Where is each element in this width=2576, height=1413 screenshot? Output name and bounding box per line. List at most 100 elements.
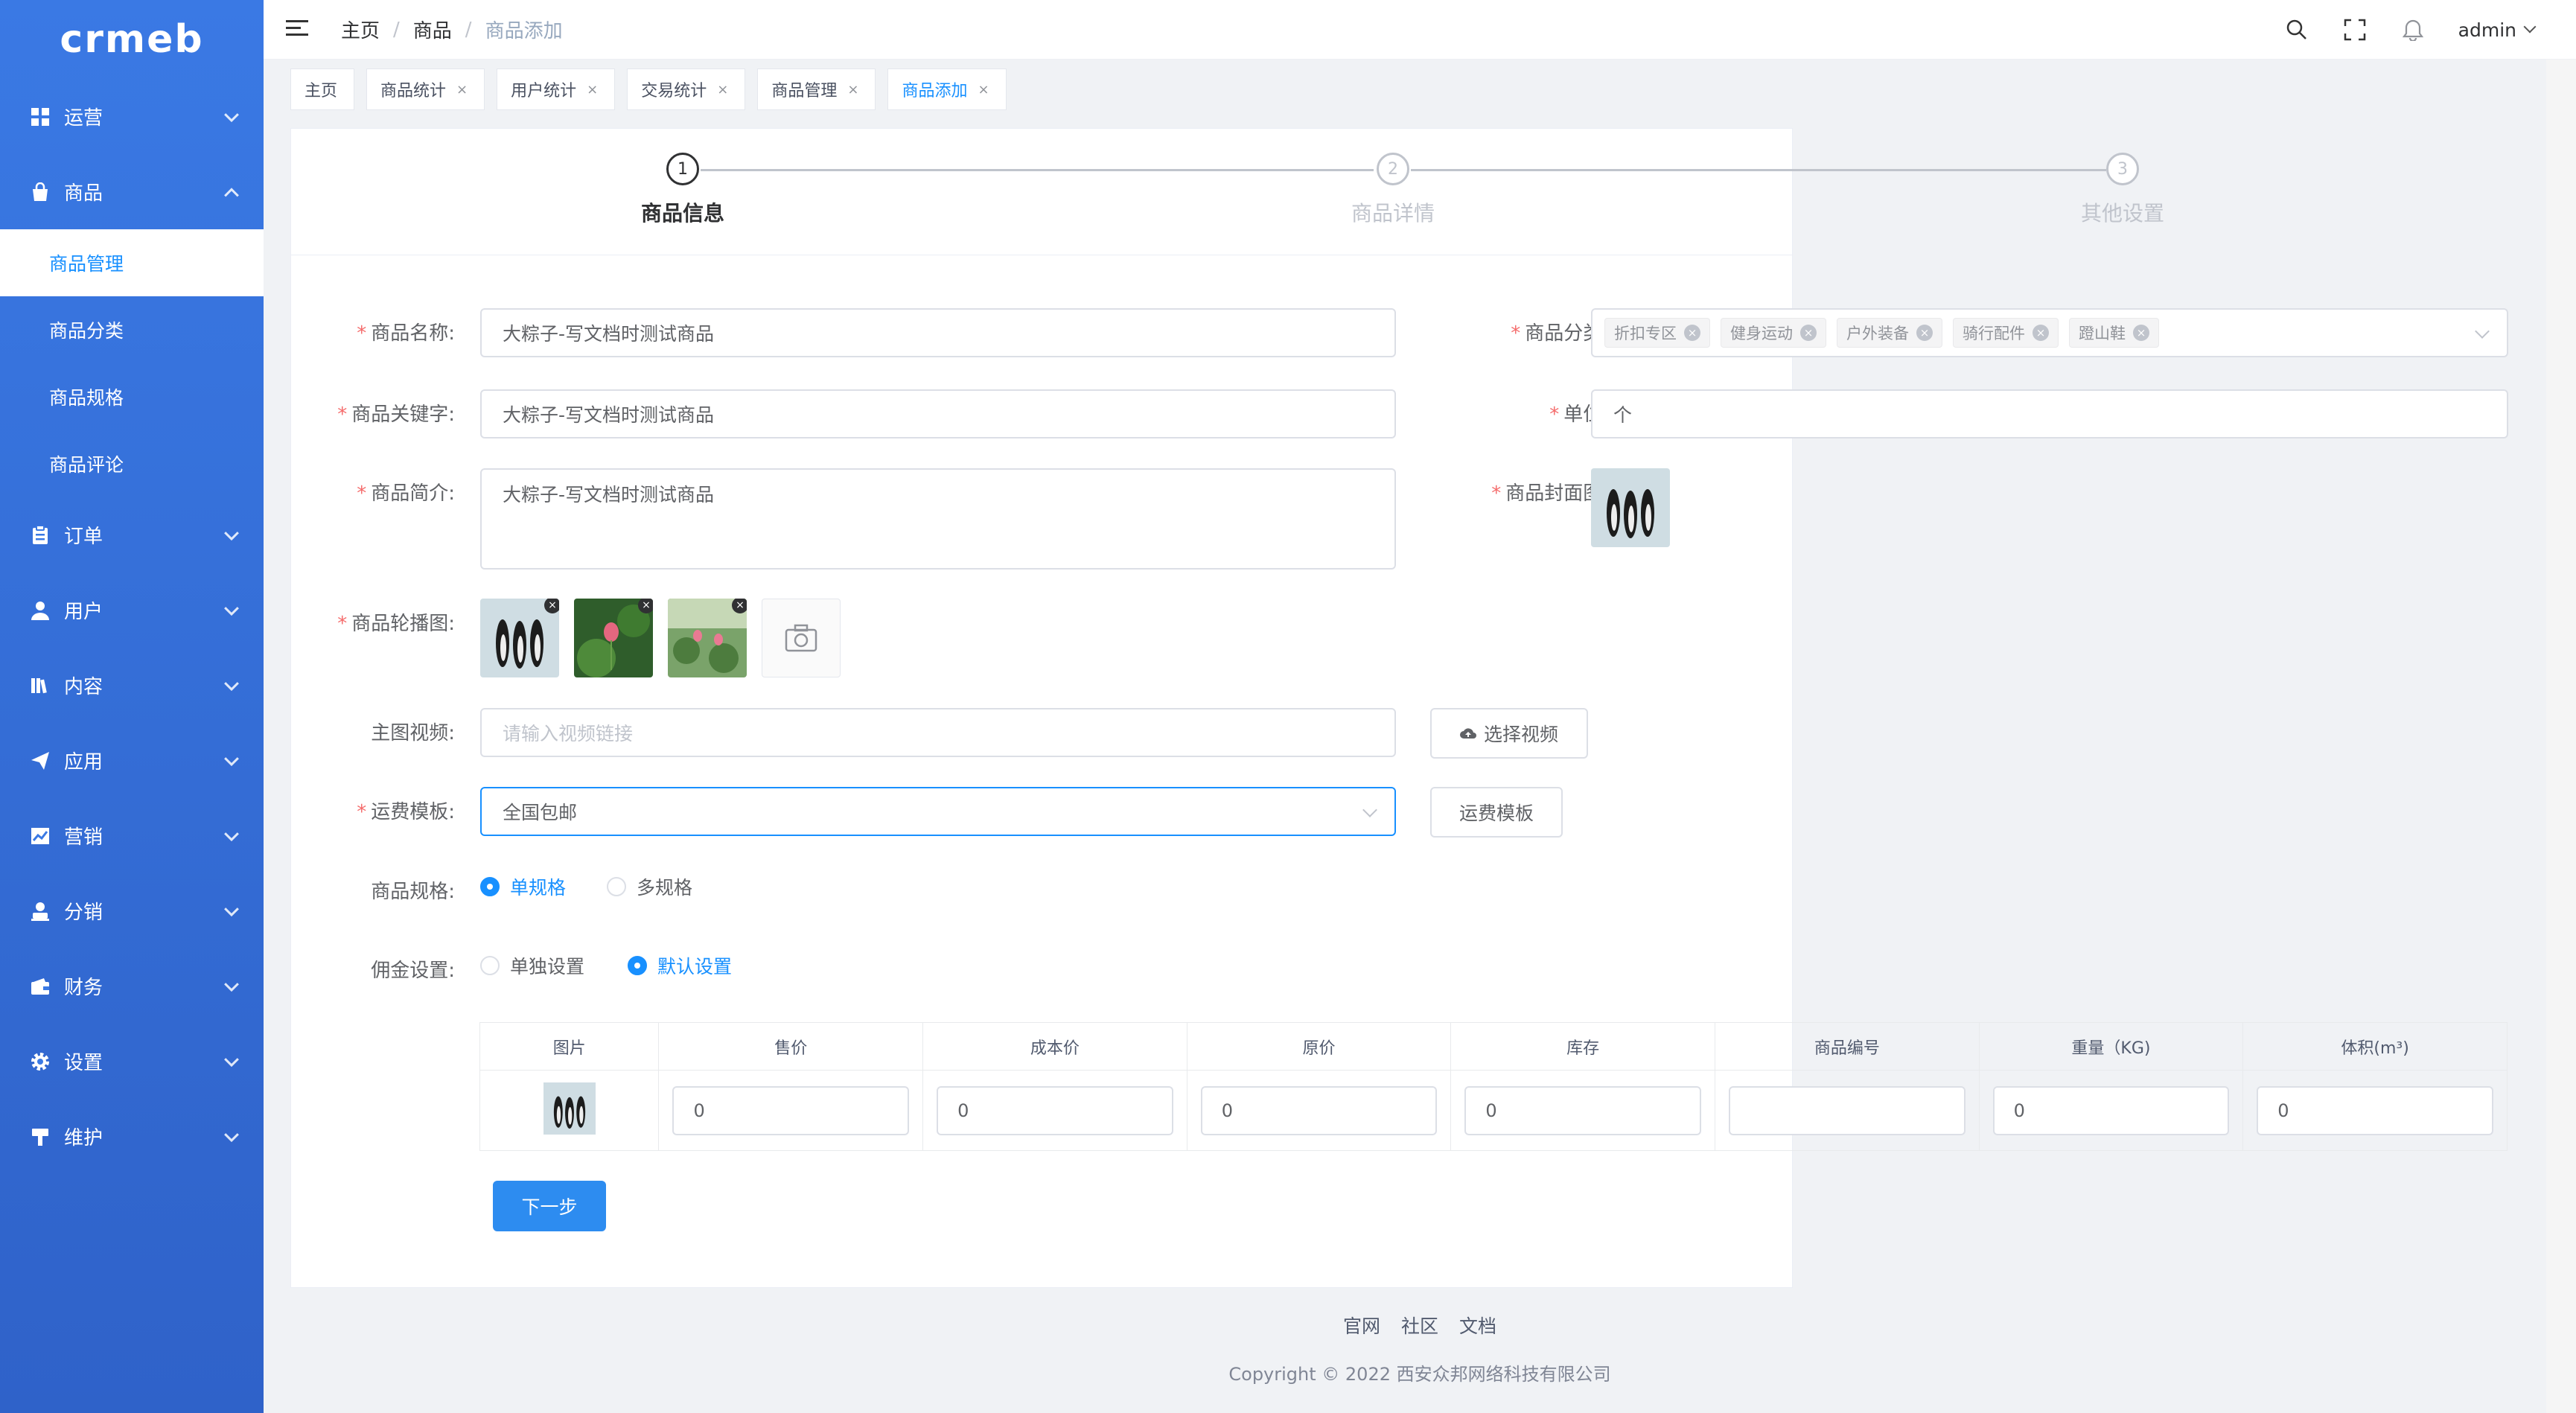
- close-icon[interactable]: ×: [1684, 325, 1700, 341]
- close-icon[interactable]: ×: [2033, 325, 2049, 341]
- sidebar-item-label: 维护: [64, 1127, 103, 1149]
- sidebar-item-content[interactable]: 内容: [0, 648, 264, 723]
- close-icon[interactable]: ×: [847, 82, 858, 98]
- carousel-image-1[interactable]: ×: [480, 599, 559, 677]
- stock-input[interactable]: 0: [1464, 1085, 1701, 1135]
- unit-input[interactable]: 个: [1591, 389, 2508, 438]
- close-icon[interactable]: ×: [456, 82, 468, 98]
- tags-view: 主页 商品统计 × 用户统计 × 交易统计 × 商品管理 × 商品添加 ×: [264, 60, 2576, 119]
- select-value: 全国包邮: [503, 802, 578, 823]
- cost-input[interactable]: 0: [937, 1085, 1173, 1135]
- tab-label: 商品统计: [380, 82, 447, 101]
- radio-label: 默认设置: [657, 956, 733, 977]
- select-video-button[interactable]: 选择视频: [1430, 708, 1588, 759]
- close-icon[interactable]: ×: [1800, 325, 1817, 341]
- close-icon[interactable]: ×: [587, 82, 598, 98]
- radio-commission-default[interactable]: 默认设置: [628, 952, 732, 979]
- volume-input[interactable]: 0: [2257, 1085, 2493, 1135]
- table-header-row: 图片 售价 成本价 原价 库存 商品编号 重量（KG) 体积(m³): [479, 1022, 2508, 1071]
- sidebar-item-distribution[interactable]: 分销: [0, 873, 264, 948]
- breadcrumb-product[interactable]: 商品: [413, 16, 452, 43]
- radio-multi-spec[interactable]: 多规格: [607, 873, 692, 900]
- breadcrumb-home[interactable]: 主页: [341, 16, 380, 43]
- category-select[interactable]: 折扣专区 × 健身运动 × 户外装备 × 骑行配件 × 蹬山鞋 ×: [1591, 308, 2508, 357]
- sidebar-item-apps[interactable]: 应用: [0, 723, 264, 798]
- user-menu[interactable]: admin: [2458, 19, 2537, 41]
- tab-trade-stats[interactable]: 交易统计 ×: [627, 68, 746, 110]
- carousel-image-3[interactable]: ×: [668, 599, 747, 677]
- chart-icon: [30, 826, 51, 846]
- chevron-down-icon: [224, 600, 239, 616]
- footer-link-official[interactable]: 官网: [1343, 1312, 1380, 1339]
- chevron-down-icon: [224, 1051, 239, 1067]
- sidebar-subitem-product-manage[interactable]: 商品管理: [0, 229, 264, 296]
- close-icon[interactable]: ×: [1916, 325, 1933, 341]
- tab-user-stats[interactable]: 用户统计 ×: [497, 68, 616, 110]
- spec-image-cell[interactable]: [479, 1070, 660, 1151]
- cover-image[interactable]: [1591, 468, 1670, 547]
- footer-link-community[interactable]: 社区: [1401, 1312, 1438, 1339]
- sidebar-item-label: 营销: [64, 826, 103, 849]
- bell-icon[interactable]: [2400, 17, 2426, 42]
- collapse-menu-icon[interactable]: [286, 19, 308, 39]
- sidebar-item-maintenance[interactable]: 维护: [0, 1099, 264, 1174]
- weight-input[interactable]: 0: [1992, 1085, 2230, 1135]
- copyright: Copyright © 2022 西安众邦网络科技有限公司: [1228, 1364, 1611, 1385]
- original-price-input[interactable]: 0: [1200, 1085, 1438, 1135]
- sidebar-subitem-product-category[interactable]: 商品分类: [0, 296, 264, 363]
- footer-links: 官网 社区 文档: [264, 1312, 2576, 1339]
- radio-commission-custom[interactable]: 单独设置: [480, 952, 584, 979]
- tab-product-stats[interactable]: 商品统计 ×: [366, 68, 485, 110]
- tab-home[interactable]: 主页: [290, 68, 355, 110]
- remove-image-icon[interactable]: ×: [544, 599, 559, 613]
- column-header: 体积(m³): [2242, 1022, 2508, 1071]
- sidebar-subitem-product-review[interactable]: 商品评论: [0, 430, 264, 497]
- remove-image-icon[interactable]: ×: [638, 599, 653, 613]
- upload-image-button[interactable]: [762, 599, 841, 677]
- tab-product-manage[interactable]: 商品管理 ×: [757, 68, 876, 110]
- radio-single-spec[interactable]: 单规格: [480, 873, 566, 900]
- category-label: * 商品分类:: [1511, 322, 1609, 345]
- close-icon[interactable]: ×: [2133, 325, 2149, 341]
- tab-product-add[interactable]: 商品添加 ×: [887, 68, 1007, 110]
- product-name-input[interactable]: 大粽子-写文档时测试商品: [480, 308, 1396, 357]
- button-label: 选择视频: [1483, 724, 1558, 745]
- scrollbar[interactable]: [2546, 60, 2576, 1413]
- video-label: 主图视频:: [371, 722, 455, 744]
- fullscreen-icon[interactable]: [2342, 17, 2368, 42]
- sidebar-item-settings[interactable]: 设置: [0, 1024, 264, 1099]
- video-url-input[interactable]: 请输入视频链接: [480, 708, 1396, 757]
- sidebar-item-label: 应用: [64, 751, 103, 774]
- price-input[interactable]: 0: [672, 1085, 910, 1135]
- sidebar-item-finance[interactable]: 财务: [0, 948, 264, 1024]
- radio-dot: [628, 956, 647, 975]
- book-icon: [30, 675, 51, 696]
- close-icon[interactable]: ×: [717, 82, 728, 98]
- product-intro-textarea[interactable]: 大粽子-写文档时测试商品: [480, 468, 1396, 570]
- step-3-title: 其他设置: [2080, 201, 2165, 226]
- table-row: 0 0 0 0 0 0: [479, 1070, 2508, 1151]
- shipping-template-select[interactable]: 全国包邮: [480, 787, 1396, 836]
- header-actions: admin: [2284, 0, 2537, 60]
- sidebar-item-operations[interactable]: 运营: [0, 79, 264, 154]
- sidebar-item-product[interactable]: 商品: [0, 154, 264, 229]
- carousel-image-2[interactable]: ×: [574, 599, 653, 677]
- sidebar-item-order[interactable]: 订单: [0, 497, 264, 572]
- search-icon[interactable]: [2284, 17, 2309, 42]
- sidebar-subitem-product-spec[interactable]: 商品规格: [0, 363, 264, 430]
- sidebar-item-user[interactable]: 用户: [0, 572, 264, 648]
- next-step-button[interactable]: 下一步: [493, 1181, 606, 1231]
- cover-label: * 商品封面图:: [1491, 482, 1609, 505]
- sidebar-item-marketing[interactable]: 营销: [0, 798, 264, 873]
- sku-input[interactable]: [1729, 1085, 1966, 1135]
- footer-link-docs[interactable]: 文档: [1459, 1312, 1496, 1339]
- product-keyword-input[interactable]: 大粽子-写文档时测试商品: [480, 389, 1396, 438]
- shipping-template-button[interactable]: 运费模板: [1430, 787, 1563, 838]
- product-intro-label: * 商品简介:: [357, 482, 455, 505]
- close-icon[interactable]: ×: [978, 82, 989, 98]
- logo: crmeb: [60, 17, 204, 62]
- tab-label: 商品添加: [902, 82, 968, 101]
- breadcrumb-separator: /: [393, 18, 400, 41]
- original-price-cell: 0: [1186, 1070, 1452, 1151]
- remove-image-icon[interactable]: ×: [732, 599, 747, 613]
